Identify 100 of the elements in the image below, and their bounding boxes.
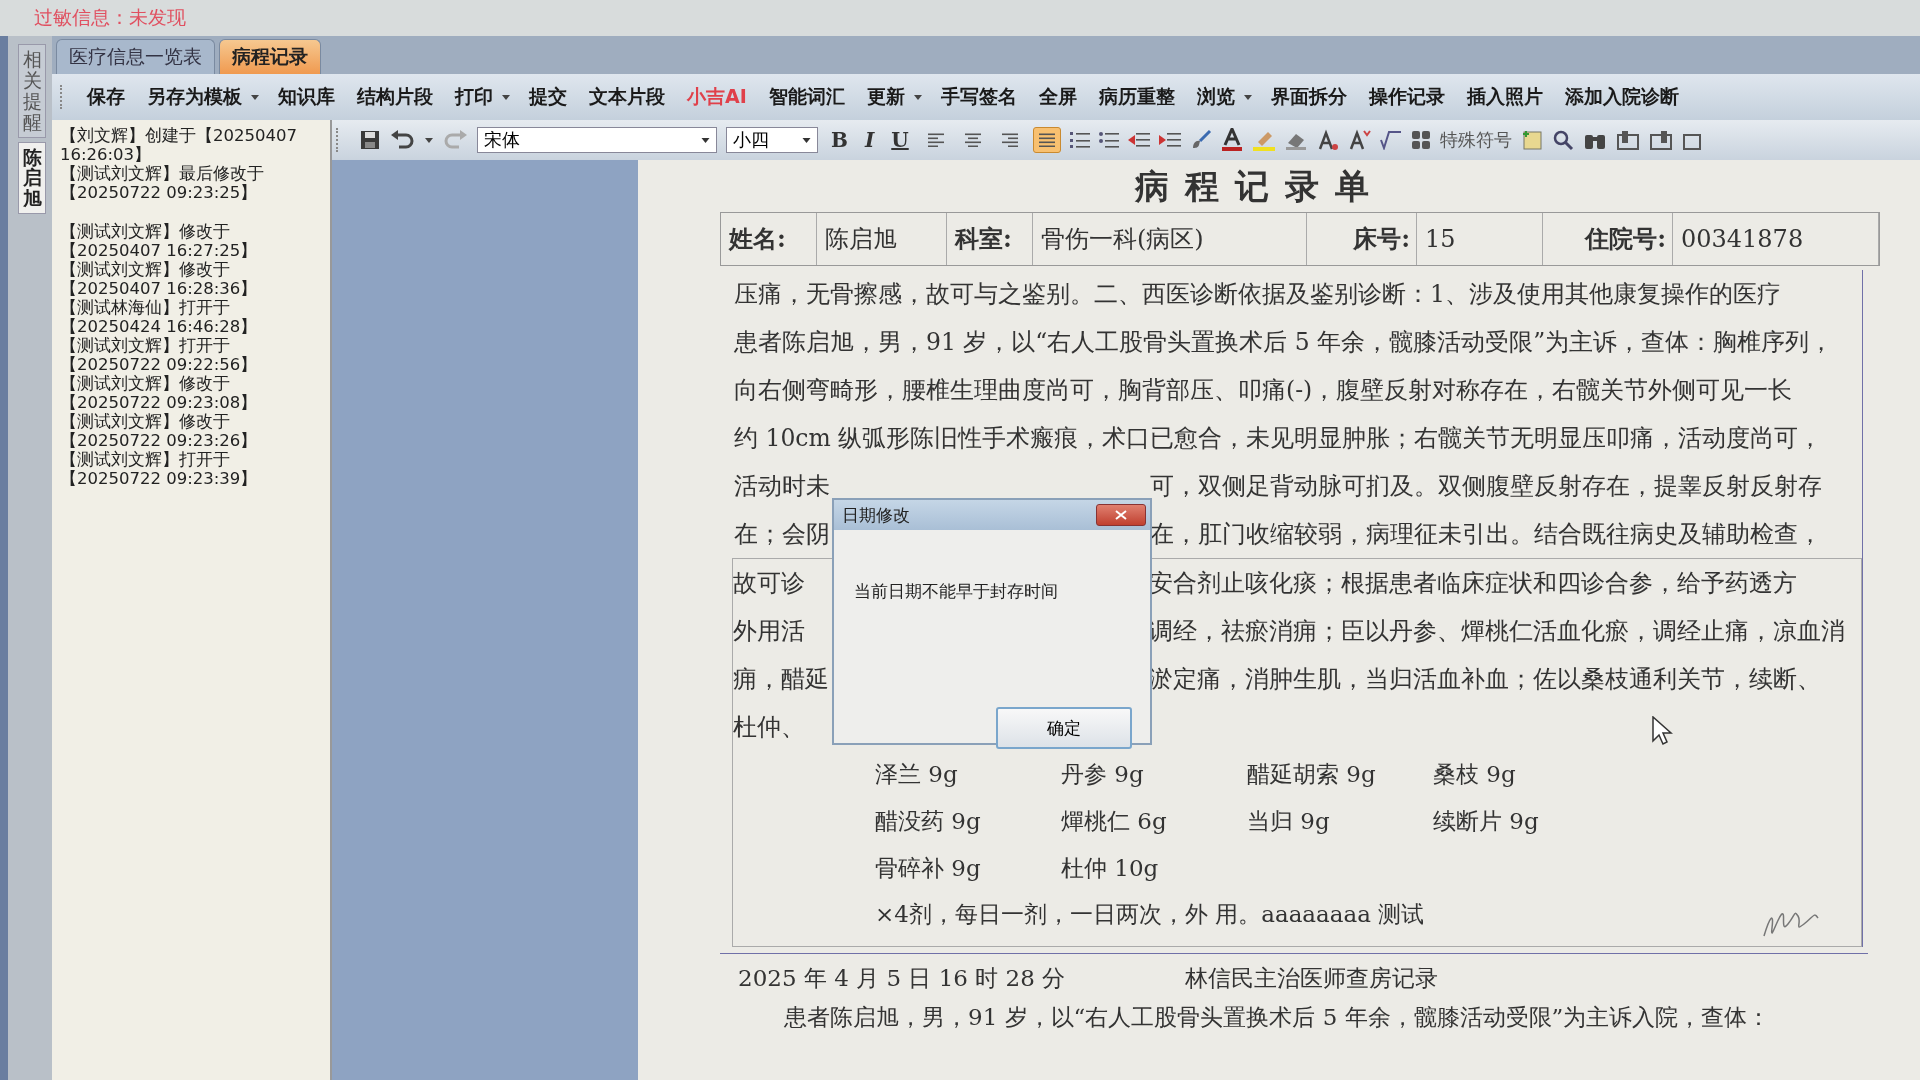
menu-item[interactable]: 操作记录 bbox=[1359, 80, 1454, 114]
side-tab[interactable]: 陈启旭 bbox=[18, 141, 46, 215]
log-entry: 【测试刘文辉】打开于【20250722 09:23:39】 bbox=[60, 450, 259, 488]
menu-item[interactable]: 病历重整 bbox=[1089, 80, 1184, 114]
save-icon[interactable] bbox=[359, 129, 381, 151]
font-size-dropdown[interactable]: 小四 bbox=[726, 127, 818, 153]
menu-item[interactable]: 结构片段 bbox=[348, 80, 442, 114]
menu-item[interactable]: 另存为模板 bbox=[138, 80, 251, 114]
herb-dose: 当归 9g bbox=[1247, 807, 1330, 836]
herb-dose: 燀桃仁 6g bbox=[1061, 807, 1167, 836]
record-text-line: 调经，祛瘀消痈；臣以丹参、燀桃仁活血化瘀，调经止痛，凉血消 bbox=[1149, 616, 1845, 647]
menu-item[interactable]: 添加入院诊断 bbox=[1555, 80, 1688, 114]
record-text-line: 在；会阴 bbox=[734, 520, 830, 548]
herb-dose: 骨碎补 9g bbox=[875, 854, 981, 883]
tab[interactable]: 医疗信息一览表 bbox=[56, 39, 215, 74]
search-icon[interactable] bbox=[1551, 129, 1574, 151]
record-text-line: 故可诊 bbox=[733, 569, 805, 597]
bullet-list-icon[interactable] bbox=[1098, 131, 1119, 149]
close-icon bbox=[1115, 510, 1127, 520]
grid-icon[interactable] bbox=[1410, 130, 1431, 150]
side-tab[interactable]: 相关提醒 bbox=[18, 44, 46, 138]
mouse-cursor-icon bbox=[1652, 716, 1674, 746]
menu-item[interactable]: 浏览 bbox=[1187, 80, 1244, 114]
field-value: 15 bbox=[1417, 213, 1543, 265]
menu-item[interactable]: 打印 bbox=[446, 80, 502, 114]
record-text-line: 在，肛门收缩较弱，病理征未引出。结合既往病史及辅助检查， bbox=[1150, 519, 1822, 550]
field-value: 骨伤一科(病区) bbox=[1033, 213, 1307, 265]
menu-item[interactable]: 知识库 bbox=[269, 80, 344, 114]
align-icon bbox=[1037, 133, 1056, 147]
menu-item[interactable]: 提交 bbox=[520, 80, 576, 114]
caret-icon[interactable] bbox=[425, 137, 433, 143]
herb-dose: 醋没药 9g bbox=[875, 807, 981, 836]
menu-item[interactable]: 更新 bbox=[857, 80, 914, 114]
record-text-line: 外用活 bbox=[733, 617, 805, 645]
caret-icon[interactable] bbox=[913, 94, 922, 100]
font-color-icon[interactable] bbox=[1220, 128, 1243, 152]
special-symbols-button[interactable]: 特殊符号 bbox=[1439, 128, 1512, 152]
field-value: 陈启旭 bbox=[817, 213, 947, 265]
close-button[interactable] bbox=[1096, 504, 1146, 526]
record-text-line: 患者陈启旭，男，91 岁，以“右人工股骨头置换术后 5 年余，髋膝活动受限”为主诉入院，查体： bbox=[783, 1003, 1772, 1032]
herb-dose: 丹参 9g bbox=[1061, 760, 1144, 789]
menu-item[interactable]: 全屏 bbox=[1029, 80, 1086, 114]
log-entry: 【刘文辉】创建于【20250407 16:26:03】 bbox=[60, 126, 298, 164]
document-title: 病程记录单 bbox=[1134, 165, 1386, 208]
formula-icon[interactable] bbox=[1379, 130, 1402, 150]
record-text-line: 杜仲、 bbox=[733, 713, 805, 741]
herb-dose: 桑枝 9g bbox=[1433, 760, 1516, 789]
caret-icon[interactable] bbox=[251, 94, 259, 100]
dialog-title: 日期修改 bbox=[842, 503, 910, 527]
log-entry: 【测试刘文辉】修改于【20250407 16:28:36】 bbox=[60, 260, 259, 298]
record-text-line: 活动时未 bbox=[734, 472, 830, 500]
menu-item[interactable]: 插入照片 bbox=[1457, 80, 1552, 114]
undo-icon[interactable] bbox=[390, 129, 416, 151]
field-label: 床号: bbox=[1307, 213, 1417, 265]
record-text-line: 压痛，无骨擦感，故可与之鉴别。二、西医诊断依据及鉴别诊断：1、涉及使用其他康复操作的医疗 bbox=[734, 279, 1781, 310]
indent-icon[interactable] bbox=[1158, 131, 1181, 149]
field-label: 姓名: bbox=[721, 213, 817, 265]
herb-dose: 泽兰 9g bbox=[875, 760, 958, 789]
align-button[interactable] bbox=[1032, 127, 1061, 153]
log-entry: 【测试林海仙】打开于【20250424 16:46:28】 bbox=[60, 298, 259, 336]
text-style-button[interactable]: B bbox=[827, 128, 852, 152]
record-datetime: 2025 年 4 月 5 日 16 时 28 分 bbox=[738, 963, 1066, 993]
field-label: 科室: bbox=[947, 213, 1033, 265]
caret-icon[interactable] bbox=[1243, 94, 1252, 100]
outdent-icon[interactable] bbox=[1127, 131, 1150, 149]
herb-dose: 杜仲 10g bbox=[1061, 854, 1159, 883]
field-icon[interactable] bbox=[1648, 129, 1673, 151]
text-style-button[interactable]: U bbox=[887, 128, 913, 152]
menu-item[interactable]: 保存 bbox=[78, 80, 134, 114]
ok-button[interactable]: 确定 bbox=[996, 707, 1132, 749]
record-text-line: 约 10cm 纵弧形陈旧性手术瘢痕，术口已愈合，未见明显肿胀；右髋关节无明显压叩痛，活动度尚可， bbox=[734, 423, 1823, 454]
record-text-line: 可，双侧足背动脉可扪及。双侧腹壁反射存在，提睾反射反射存 bbox=[1150, 471, 1822, 502]
log-entry: 【测试刘文辉】打开于【20250722 09:22:56】 bbox=[60, 336, 259, 374]
font-dropdown[interactable]: 宋体 bbox=[477, 127, 717, 153]
align-icon bbox=[963, 133, 982, 147]
caret-icon bbox=[802, 137, 811, 143]
menu-item[interactable]: 文本片段 bbox=[580, 80, 674, 114]
herb-dose: 续断片 9g bbox=[1433, 807, 1539, 836]
menu-item[interactable]: 智能词汇 bbox=[759, 80, 854, 114]
record-text-line: 患者陈启旭，男，91 岁，以“右人工股骨头置换术后 5 年余，髋膝活动受限”为主诉，查体：胸椎序列， bbox=[734, 327, 1834, 358]
record-heading: 林信民主治医师查房记录 bbox=[1185, 963, 1439, 993]
field-icon[interactable] bbox=[1615, 129, 1640, 151]
record-text-line: 痈，醋延 bbox=[733, 665, 829, 693]
caret-icon bbox=[701, 137, 710, 143]
menu-item[interactable]: 手写签名 bbox=[931, 80, 1026, 114]
numbered-list-icon[interactable] bbox=[1069, 131, 1090, 149]
caret-icon[interactable] bbox=[502, 94, 510, 100]
align-icon bbox=[926, 133, 945, 147]
herb-dose: 醋延胡索 9g bbox=[1247, 760, 1376, 789]
log-entry: 【测试刘文辉】修改于【20250722 09:23:26】 bbox=[60, 412, 259, 450]
log-entry: 【测试刘文辉】最后修改于【20250722 09:23:25】 bbox=[60, 164, 265, 202]
menu-item[interactable]: 界面拆分 bbox=[1261, 80, 1356, 114]
align-icon bbox=[1000, 133, 1019, 147]
note-icon[interactable] bbox=[1520, 129, 1543, 151]
allergy-info: 过敏信息：未发现 bbox=[34, 5, 186, 30]
text-style-button[interactable]: I bbox=[860, 128, 879, 152]
tab[interactable]: 病程记录 bbox=[219, 39, 321, 74]
log-entry: 【测试刘文辉】修改于【20250722 09:23:08】 bbox=[60, 374, 259, 412]
superscript-icon[interactable] bbox=[1317, 129, 1340, 151]
subscript-icon[interactable] bbox=[1348, 129, 1371, 151]
